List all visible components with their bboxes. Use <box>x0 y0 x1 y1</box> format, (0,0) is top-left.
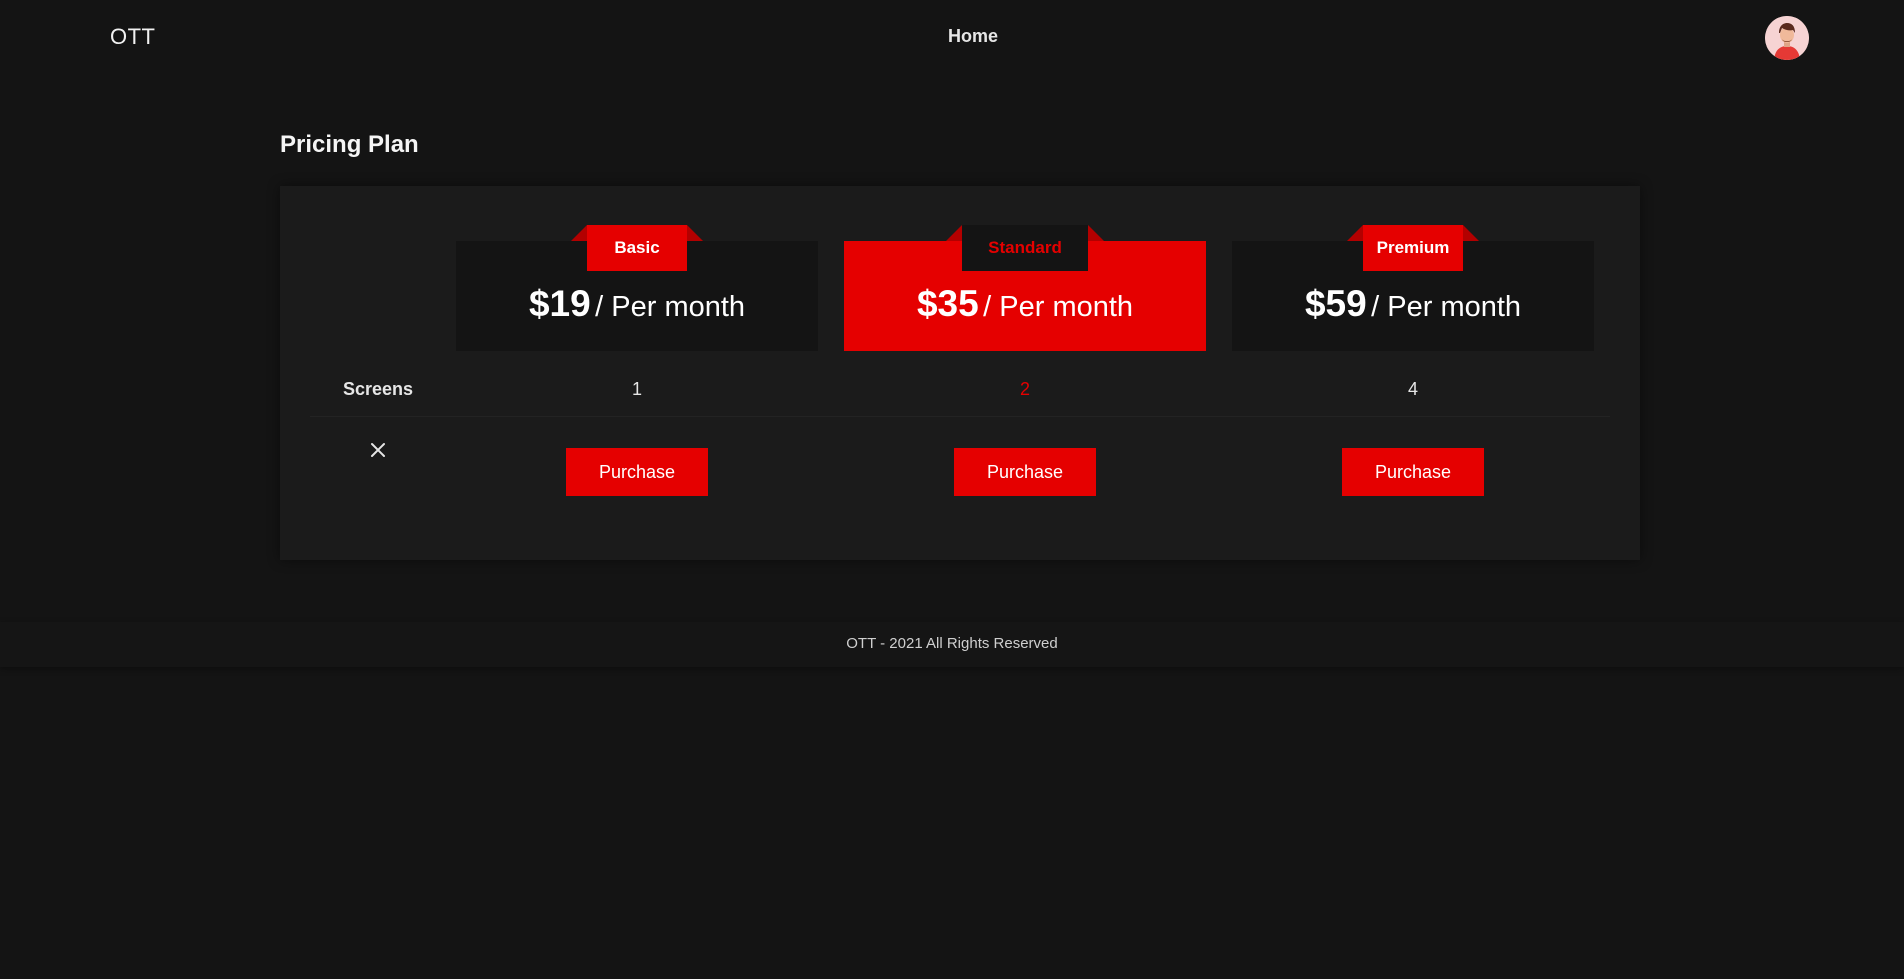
plan-price: $19 / Per month <box>456 283 818 325</box>
plan-name: Premium <box>1363 225 1463 271</box>
app-logo[interactable]: OTT <box>110 24 156 50</box>
pricing-table: Basic $19 / Per month Standard $35 / Per… <box>280 186 1640 560</box>
screens-value-premium: 4 <box>1407 379 1418 399</box>
top-navbar: OTT Home <box>0 0 1904 75</box>
nav-link-home[interactable]: Home <box>948 26 998 47</box>
plan-ribbon: Basic <box>571 225 703 271</box>
row-divider <box>310 416 1610 417</box>
plan-price: $59 / Per month <box>1232 283 1594 325</box>
footer: OTT - 2021 All Rights Reserved <box>0 622 1904 667</box>
plan-card-basic: Basic $19 / Per month <box>456 225 818 351</box>
page-title: Pricing Plan <box>280 131 419 158</box>
screens-value-basic: 1 <box>631 379 642 399</box>
ribbon-fold-right <box>687 225 703 241</box>
purchase-button-basic[interactable]: Purchase <box>566 448 708 496</box>
plan-name: Standard <box>962 225 1088 271</box>
footer-copyright: OTT - 2021 All Rights Reserved <box>846 635 1058 652</box>
user-avatar-icon[interactable] <box>1765 16 1809 60</box>
plan-ribbon: Standard <box>946 225 1104 271</box>
plan-name: Basic <box>587 225 687 271</box>
ribbon-fold-left <box>571 225 587 241</box>
price-period: / Per month <box>1371 291 1522 323</box>
plan-price: $35 / Per month <box>844 283 1206 325</box>
purchase-button-standard[interactable]: Purchase <box>954 448 1096 496</box>
feature-label-screens: Screens <box>342 379 414 399</box>
ribbon-fold-left <box>1347 225 1363 241</box>
ribbon-fold-right <box>1088 225 1104 241</box>
ribbon-fold-left <box>946 225 962 241</box>
plan-ribbon: Premium <box>1347 225 1479 271</box>
plan-card-standard: Standard $35 / Per month <box>844 225 1206 351</box>
screens-value-standard: 2 <box>1019 379 1030 399</box>
price-amount: $35 <box>916 283 979 324</box>
price-period: / Per month <box>595 291 746 323</box>
purchase-button-premium[interactable]: Purchase <box>1342 448 1484 496</box>
avatar-illustration <box>1765 16 1809 60</box>
ribbon-fold-right <box>1463 225 1479 241</box>
price-amount: $19 <box>528 283 591 324</box>
close-icon[interactable] <box>368 440 388 460</box>
plan-card-premium: Premium $59 / Per month <box>1232 225 1594 351</box>
price-period: / Per month <box>983 291 1134 323</box>
price-amount: $59 <box>1304 283 1367 324</box>
